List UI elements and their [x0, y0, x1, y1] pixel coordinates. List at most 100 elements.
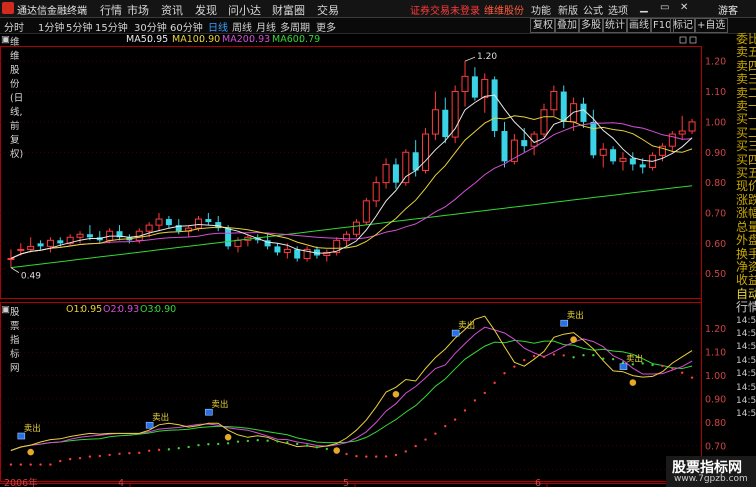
- trend-dot: [542, 355, 546, 359]
- trend-dot: [602, 357, 605, 360]
- sell-signal-label: 卖出: [567, 310, 584, 321]
- trend-dot: [424, 438, 427, 441]
- minimize-icon[interactable]: ▁: [640, 2, 648, 13]
- menu-gs[interactable]: 公式: [583, 2, 603, 17]
- candle-body-down: [442, 109, 449, 138]
- trend-dot: [305, 444, 309, 447]
- period-week[interactable]: 周线: [232, 19, 252, 34]
- side-label-buy5: 买五: [736, 166, 756, 181]
- trend-dot: [138, 451, 141, 455]
- side-label-eps: 收益: [736, 273, 756, 288]
- trend-dot: [680, 371, 684, 374]
- restore-icon[interactable]: ▭: [660, 2, 669, 13]
- candle-body-up: [372, 182, 380, 202]
- side-quote: 行情: [736, 300, 756, 315]
- candle-body-up: [402, 151, 410, 184]
- trend-dot: [217, 442, 220, 446]
- period-15m[interactable]: 15分钟: [95, 19, 128, 34]
- menu-hq[interactable]: 行情: [100, 2, 122, 18]
- app-logo-icon: [2, 2, 14, 14]
- trend-dot: [444, 424, 447, 428]
- main-ytick-label: 0.50: [705, 269, 726, 280]
- side-label-buy4: 买四: [736, 152, 756, 167]
- quote-side-panel: 委比 卖五 卖四 卖三 卖二 卖一 买一 买二 买三 买四 买五 现价 涨跌 涨…: [736, 32, 756, 487]
- trend-dot: [98, 454, 101, 458]
- panel-close-icon[interactable]: [689, 36, 697, 44]
- trend-dot: [592, 353, 595, 357]
- period-fs[interactable]: 分时: [4, 19, 24, 34]
- candle-body-down: [57, 240, 64, 244]
- period-day[interactable]: 日线: [208, 19, 228, 34]
- menu-zx[interactable]: 资讯: [161, 2, 183, 18]
- panel-maximize-icon[interactable]: [679, 36, 687, 44]
- menu-wxd[interactable]: 问小达: [228, 2, 261, 18]
- kline-chart[interactable]: 1.20 1.10 1.00 0.90 0.80 0.70 0.60 0.50 1.20 1.10…: [0, 33, 736, 487]
- trend-dot: [256, 439, 259, 442]
- trend-dot: [414, 444, 417, 448]
- side-time-3: 14:55: [736, 342, 756, 353]
- side-time-5: 14:55: [736, 369, 756, 380]
- main-ytick-label: 1.00: [705, 117, 726, 128]
- period-60m[interactable]: 60分钟: [170, 19, 203, 34]
- candle-body-up: [155, 218, 163, 226]
- side-auto[interactable]: 自动: [736, 287, 756, 301]
- stats-button[interactable]: 统计: [602, 18, 628, 33]
- trend-dot: [611, 357, 615, 361]
- multistock-button[interactable]: 多股: [578, 18, 604, 33]
- trend-dot: [384, 455, 388, 458]
- trend-dot: [661, 364, 664, 368]
- candle-body-down: [274, 246, 281, 253]
- sell-signal-label: 卖出: [458, 320, 475, 331]
- period-30m[interactable]: 30分钟: [134, 19, 167, 34]
- candle-body-up: [451, 91, 459, 138]
- side-label-weibi: 委比: [736, 32, 756, 46]
- candle-body-down: [225, 228, 232, 247]
- side-label-outer: 外盘: [736, 233, 756, 248]
- high-marker-line: [464, 56, 476, 62]
- candle-body-down: [590, 121, 597, 156]
- overlay-button[interactable]: 叠加: [554, 18, 580, 33]
- stock-tag[interactable]: 维维股份: [484, 2, 524, 17]
- candle-body-down: [521, 140, 528, 147]
- trade-login-warning[interactable]: 证券交易未登录: [410, 2, 480, 17]
- candle-body-up: [688, 121, 696, 132]
- menu-jy[interactable]: 交易: [317, 2, 339, 18]
- coin-icon: [570, 336, 578, 344]
- main-ytick-label: 1.10: [705, 87, 726, 98]
- menu-fx[interactable]: 发现: [195, 2, 217, 18]
- side-label-sell1: 卖一: [736, 99, 756, 114]
- candle-body-down: [639, 164, 646, 168]
- menu-gn[interactable]: 功能: [531, 2, 551, 17]
- trend-dot: [78, 456, 82, 460]
- period-month[interactable]: 月线: [256, 19, 276, 34]
- sub-ytick-label: 0.80: [705, 418, 726, 429]
- side-label-buy3: 买三: [736, 139, 756, 154]
- candle-body-up: [540, 109, 548, 135]
- period-1m[interactable]: 1分钟: [38, 19, 64, 34]
- add-favorite-button[interactable]: +自选: [694, 18, 729, 33]
- period-5m[interactable]: 5分钟: [66, 19, 92, 34]
- fuquan-button[interactable]: 复权: [530, 18, 556, 33]
- coin-icon: [629, 379, 637, 387]
- period-more[interactable]: 更多: [316, 19, 336, 34]
- main-panel-frame: [0, 46, 702, 299]
- menu-cfq[interactable]: 财富圈: [272, 2, 305, 18]
- drawline-button[interactable]: 画线: [626, 18, 652, 33]
- candle-body-down: [471, 76, 478, 98]
- trend-dot: [671, 367, 674, 370]
- menu-xx[interactable]: 选项: [608, 2, 628, 17]
- x-axis-label: 4: [118, 478, 124, 487]
- menu-sc[interactable]: 市场: [127, 2, 149, 18]
- trend-dot: [513, 365, 516, 368]
- period-multi[interactable]: 多周期: [280, 19, 310, 34]
- candle-body-up: [678, 130, 686, 135]
- trend-dot: [345, 452, 348, 456]
- mark-button[interactable]: 标记: [670, 18, 696, 33]
- sell-signal-label: 卖出: [211, 399, 228, 410]
- guest-user[interactable]: 游客: [718, 2, 738, 17]
- coin-icon: [224, 433, 232, 441]
- coin-icon: [392, 390, 400, 398]
- main-ytick-label: 1.20: [705, 57, 726, 68]
- menu-xm[interactable]: 新版: [558, 2, 578, 17]
- close-icon[interactable]: ✕: [680, 2, 688, 13]
